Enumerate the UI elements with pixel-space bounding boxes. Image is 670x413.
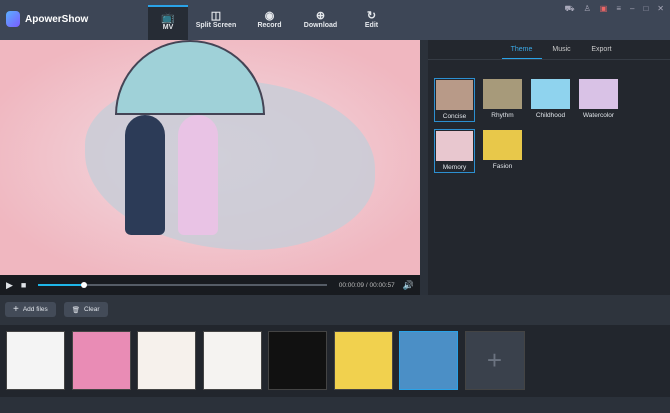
nav-label: Download bbox=[303, 22, 338, 29]
clip-thumbnail[interactable] bbox=[202, 331, 262, 390]
seek-handle[interactable] bbox=[80, 282, 87, 288]
refresh-icon: ↻ bbox=[366, 10, 377, 22]
app-title: ApowerShow bbox=[25, 13, 89, 25]
clip-thumbnail[interactable] bbox=[6, 331, 65, 390]
clip-thumbnail[interactable] bbox=[268, 331, 327, 390]
download-icon: ⊕ bbox=[315, 10, 326, 22]
theme-thumbnail bbox=[436, 80, 473, 110]
add-files-label: Add files bbox=[22, 306, 48, 313]
theme-label: Childhood bbox=[535, 112, 566, 119]
theme-memory[interactable]: Memory bbox=[434, 129, 475, 173]
clip-thumbnail[interactable] bbox=[137, 331, 196, 390]
seek-progress bbox=[38, 284, 84, 286]
clear-label: Clear bbox=[84, 306, 100, 313]
cart-icon[interactable]: ⛟ bbox=[565, 4, 575, 14]
nav-label: Edit bbox=[364, 22, 379, 29]
theme-watercolor[interactable]: Watercolor bbox=[578, 78, 619, 122]
side-panel: Theme Music Export Concise Rhythm Childhoo… bbox=[428, 40, 670, 295]
tv-icon: 📺 bbox=[161, 12, 175, 24]
clip-thumbnail[interactable] bbox=[71, 331, 131, 390]
footer bbox=[0, 397, 670, 413]
theme-fasion[interactable]: Fasion bbox=[482, 129, 523, 173]
play-icon[interactable]: ▶ bbox=[6, 280, 13, 291]
logo-icon bbox=[6, 11, 20, 27]
theme-label: Fasion bbox=[492, 163, 513, 170]
theme-label: Concise bbox=[442, 113, 467, 120]
clip-toolbar: + Add files 🗑 Clear bbox=[0, 295, 670, 325]
theme-concise[interactable]: Concise bbox=[434, 78, 475, 122]
trash-icon: 🗑 bbox=[71, 306, 81, 314]
nav-label: Split Screen bbox=[195, 22, 237, 29]
preview-girl bbox=[178, 115, 218, 235]
user-icon[interactable]: ♙ bbox=[584, 4, 591, 14]
theme-label: Rhythm bbox=[491, 112, 514, 119]
volume-icon[interactable]: 🔊 bbox=[403, 280, 414, 291]
player-controls: ▶ ■ 00:00:09 / 00:00:57 🔊 bbox=[0, 275, 420, 295]
clip-strip: + bbox=[0, 325, 670, 397]
tab-theme[interactable]: Theme bbox=[501, 40, 542, 59]
theme-thumbnail bbox=[483, 130, 522, 160]
record-icon: ◉ bbox=[264, 10, 275, 22]
preview-umbrella bbox=[115, 40, 265, 115]
tab-export[interactable]: Export bbox=[582, 40, 622, 59]
nav-split-screen[interactable]: ◫ Split Screen bbox=[188, 5, 244, 40]
video-preview[interactable] bbox=[0, 40, 420, 275]
main-nav: 📺 MV ◫ Split Screen ◉ Record ⊕ Download ↻ Edi… bbox=[148, 5, 397, 40]
theme-grid: Concise Rhythm Childhood Watercolor Memory Fa… bbox=[428, 60, 670, 173]
theme-label: Watercolor bbox=[582, 112, 615, 119]
add-clip-button[interactable]: + bbox=[464, 331, 525, 390]
clip-thumbnail[interactable] bbox=[333, 331, 393, 390]
header: ApowerShow 📺 MV ◫ Split Screen ◉ Record ⊕ Do… bbox=[0, 0, 670, 40]
theme-childhood[interactable]: Childhood bbox=[530, 78, 571, 122]
theme-thumbnail bbox=[531, 79, 570, 109]
clip-thumbnail[interactable] bbox=[399, 331, 458, 390]
preview-boy bbox=[125, 115, 165, 235]
nav-edit[interactable]: ↻ Edit bbox=[346, 5, 397, 40]
theme-thumbnail bbox=[579, 79, 618, 109]
app-logo: ApowerShow bbox=[6, 11, 88, 27]
theme-rhythm[interactable]: Rhythm bbox=[482, 78, 523, 122]
panel-tabs: Theme Music Export bbox=[428, 40, 670, 60]
lock-icon[interactable]: ▣ bbox=[600, 4, 608, 14]
theme-label: Memory bbox=[442, 164, 467, 171]
menu-icon[interactable]: ≡ bbox=[616, 4, 621, 14]
seek-bar[interactable] bbox=[38, 282, 327, 288]
add-files-button[interactable]: + Add files bbox=[5, 302, 56, 317]
time-display: 00:00:09 / 00:00:57 bbox=[338, 281, 395, 289]
plus-icon: + bbox=[13, 304, 19, 315]
maximize-icon[interactable]: □ bbox=[643, 4, 648, 14]
clear-button[interactable]: 🗑 Clear bbox=[63, 302, 108, 317]
nav-record[interactable]: ◉ Record bbox=[244, 5, 295, 40]
theme-thumbnail bbox=[436, 131, 473, 161]
nav-download[interactable]: ⊕ Download bbox=[295, 5, 346, 40]
nav-label: Record bbox=[257, 22, 282, 29]
window-controls: ⛟ ♙ ▣ ≡ – □ ✕ bbox=[565, 4, 664, 14]
nav-mv[interactable]: 📺 MV bbox=[148, 5, 188, 40]
tab-music[interactable]: Music bbox=[542, 40, 582, 59]
minimize-icon[interactable]: – bbox=[630, 4, 634, 14]
theme-thumbnail bbox=[483, 79, 522, 109]
layout-icon: ◫ bbox=[210, 10, 222, 22]
stop-icon[interactable]: ■ bbox=[21, 280, 26, 290]
nav-label: MV bbox=[162, 24, 174, 31]
close-icon[interactable]: ✕ bbox=[657, 4, 664, 14]
